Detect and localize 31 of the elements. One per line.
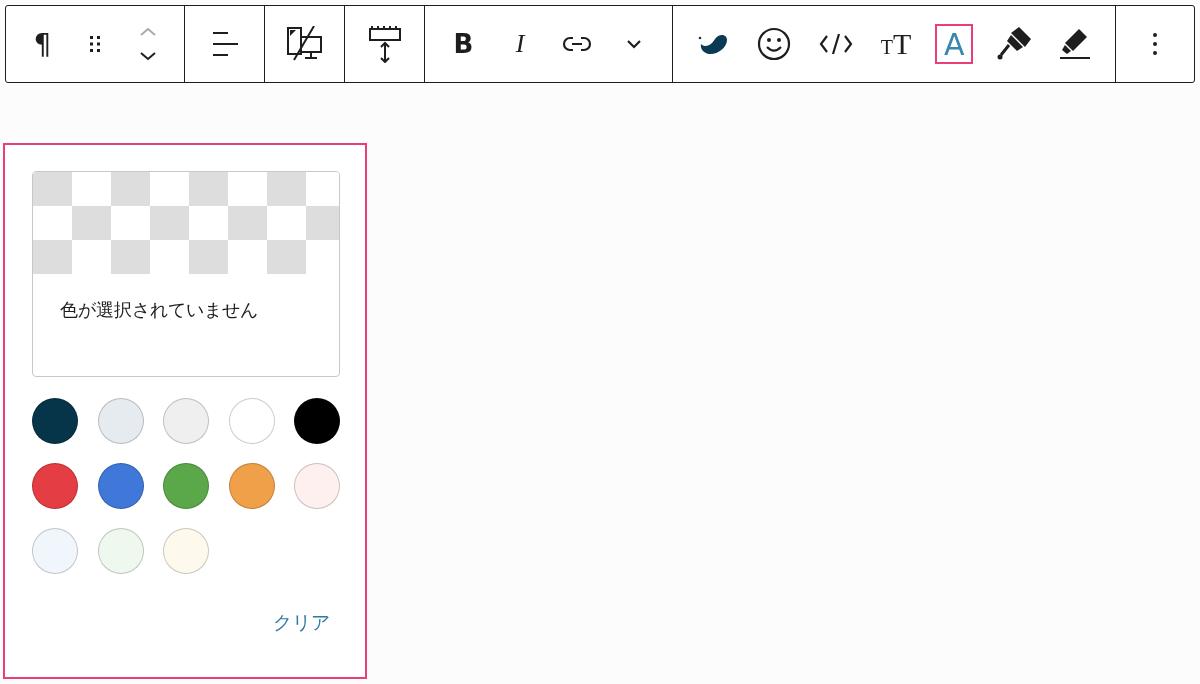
clear-button[interactable]: クリア [265, 608, 338, 638]
color-swatch[interactable] [97, 398, 144, 444]
textcolor-button[interactable]: A [935, 24, 974, 64]
highlighter-icon [1059, 28, 1092, 60]
no-color-label: 色が選択されていません [60, 299, 258, 320]
color-swatch[interactable] [32, 528, 78, 574]
align-left-icon [211, 30, 238, 58]
smiley-icon [756, 27, 791, 61]
color-swatch[interactable] [32, 398, 78, 444]
color-swatch[interactable] [163, 398, 209, 444]
color-swatch[interactable] [32, 463, 78, 509]
device-icon [285, 26, 324, 62]
chevron-down-icon [625, 39, 642, 49]
color-swatch[interactable] [294, 463, 340, 509]
bold-button[interactable]: B [444, 24, 483, 64]
code-icon [818, 33, 853, 55]
color-swatch[interactable] [163, 528, 209, 574]
color-swatch[interactable] [294, 398, 340, 444]
spacing-icon [367, 25, 402, 63]
more-options-icon [1152, 32, 1158, 56]
color-swatch[interactable] [228, 463, 275, 509]
link-icon [561, 35, 592, 53]
drag-handle-icon [88, 34, 102, 54]
color-swatch[interactable] [228, 398, 275, 444]
drop-icon [696, 32, 729, 56]
italic-button[interactable]: I [501, 24, 540, 64]
color-swatch[interactable] [97, 528, 144, 574]
color-swatch[interactable] [163, 463, 209, 509]
color-swatch[interactable] [97, 463, 144, 509]
paragraph-button[interactable]: ¶ [23, 24, 62, 64]
paint-brush-icon [997, 27, 1032, 61]
